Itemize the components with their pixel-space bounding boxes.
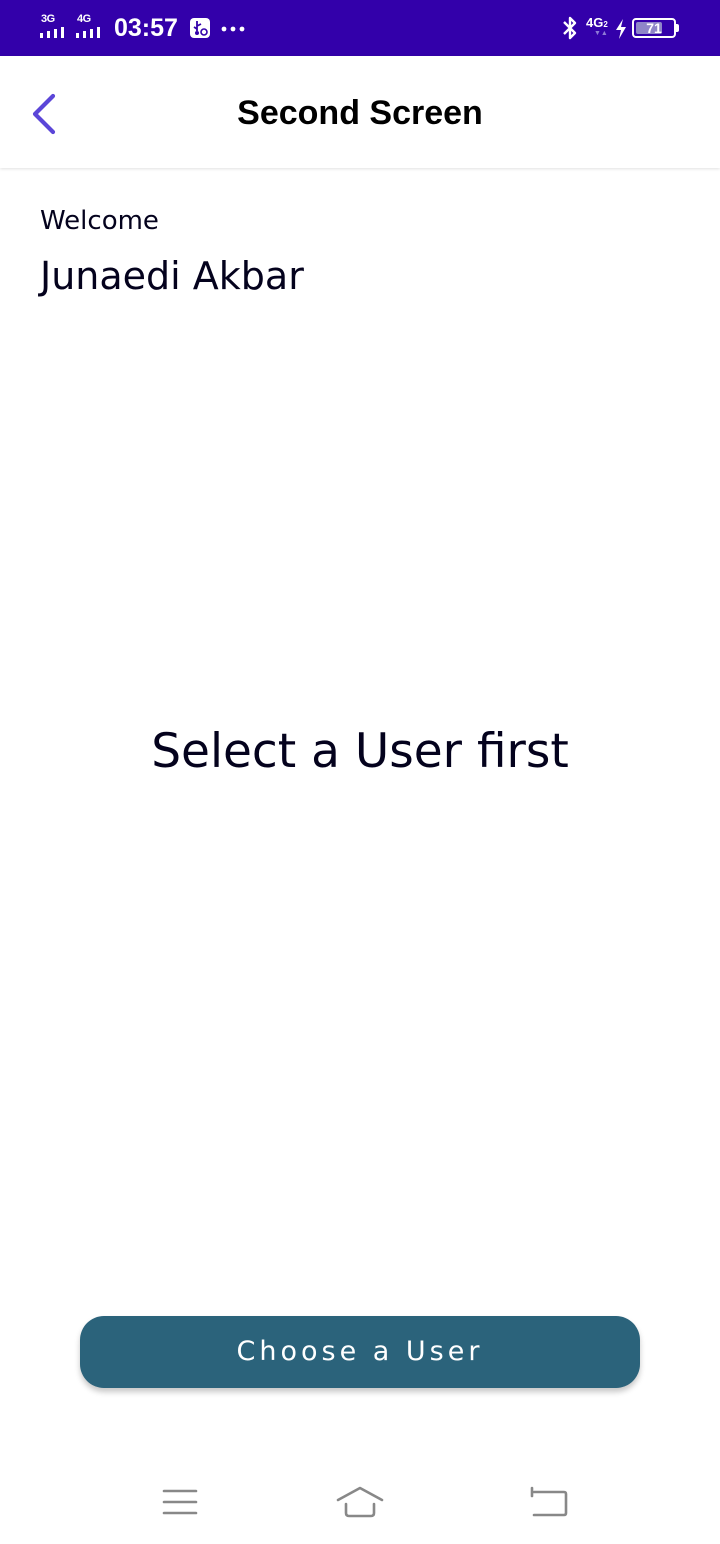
back-button[interactable] (14, 80, 78, 144)
network-type-1: 3G (41, 13, 55, 25)
network-4g-label: 4G (586, 15, 604, 30)
menu-button[interactable] (152, 1476, 208, 1528)
bluetooth-icon (563, 16, 577, 40)
welcome-label: Welcome (40, 206, 159, 236)
battery-body: 71 (632, 18, 676, 38)
signal-icon: 3G (40, 14, 72, 40)
network-4g-sub: 2 (603, 20, 608, 29)
status-bar: 3G 4G 03:57 4G2 ▼▲ 71 (0, 0, 720, 56)
page-title: Second Screen (237, 94, 483, 132)
network-4g-icon: 4G2 ▼▲ (586, 16, 612, 40)
charging-icon (616, 19, 626, 39)
more-icon (221, 26, 245, 32)
clock: 03:57 (114, 14, 178, 42)
system-back-button[interactable] (522, 1476, 578, 1528)
selected-user-text: Select a User first (151, 724, 569, 779)
battery-icon: 71 (632, 18, 679, 38)
navigation-bar (0, 1464, 720, 1544)
battery-cap (676, 24, 679, 32)
home-icon (336, 1486, 384, 1518)
home-button[interactable] (332, 1476, 388, 1528)
signal-icon: 4G (76, 14, 108, 40)
data-arrows-icon: ▼▲ (594, 30, 608, 37)
choose-user-button[interactable]: Choose a User (80, 1316, 640, 1388)
app-bar: Second Screen (0, 56, 720, 168)
back-icon (530, 1486, 568, 1517)
network-type-2: 4G (77, 13, 91, 25)
usb-debug-icon (190, 18, 210, 38)
battery-level: 71 (646, 20, 662, 36)
menu-icon (162, 1489, 198, 1515)
chevron-left-icon (32, 93, 56, 135)
user-name: Junaedi Akbar (40, 254, 304, 298)
